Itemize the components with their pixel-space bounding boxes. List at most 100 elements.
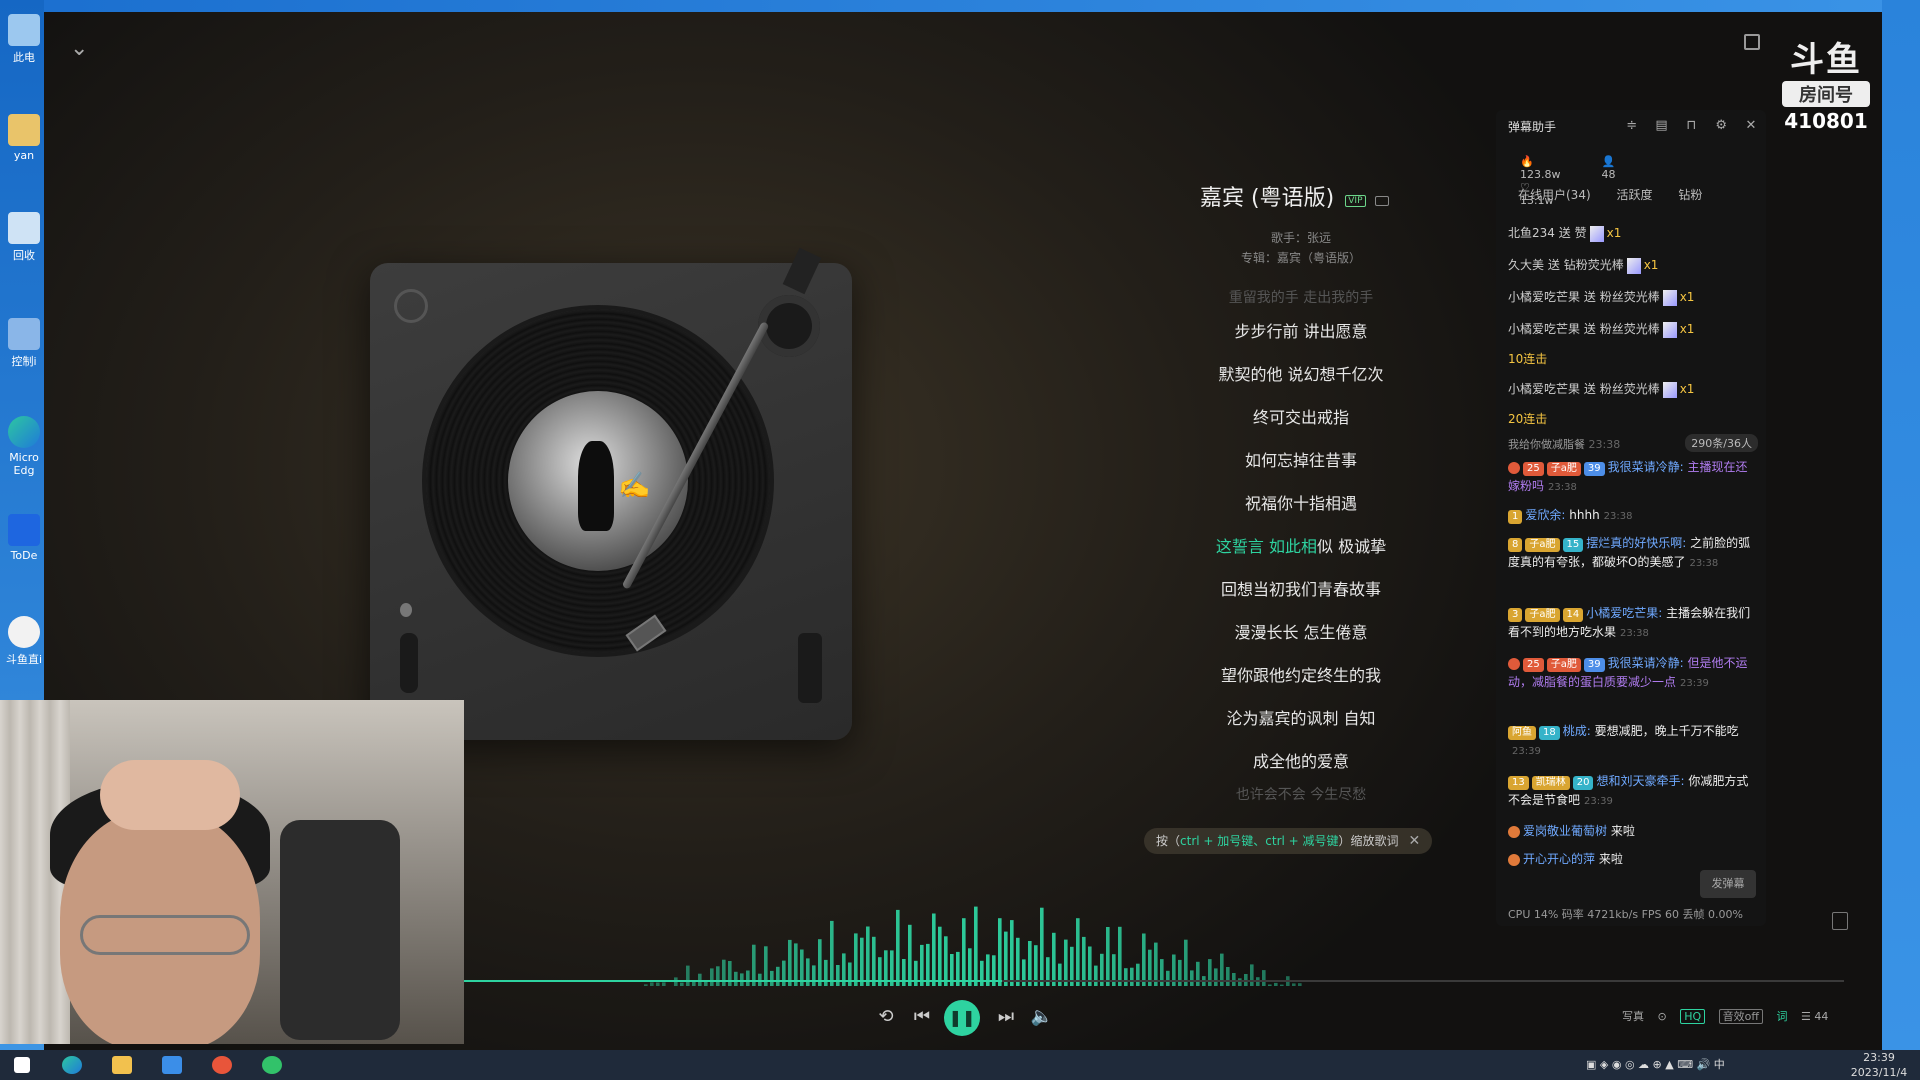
- lyric-line[interactable]: 回想当初我们青春故事: [1136, 568, 1466, 611]
- song-title: 嘉宾 (粤语版): [1200, 186, 1335, 211]
- visualizer-bar: [782, 960, 786, 986]
- visualizer-bar: [1262, 970, 1266, 986]
- player-right-controls: 写真 ⊙ HQ 音效off 词 ☰ 44: [1622, 1008, 1848, 1024]
- danmu-count-badge: 290条/36人: [1685, 434, 1758, 452]
- lyric-line[interactable]: 望你跟他约定终生的我: [1136, 654, 1466, 697]
- quality-hq-button[interactable]: HQ: [1680, 1009, 1706, 1024]
- lyrics-panel: 重留我的手 走出我的手 步步行前 讲出愿意 默契的他 说幻想千亿次 终可交出戒指…: [1136, 286, 1466, 807]
- progress-fill: [464, 980, 1003, 982]
- visualizer-bar: [662, 982, 666, 986]
- combo-label: 10连击: [1508, 352, 1548, 366]
- desktop-right-strip: [1882, 0, 1920, 1050]
- douyu-taskbar-icon[interactable]: [212, 1056, 232, 1074]
- music-app-taskbar-icon[interactable]: [262, 1056, 282, 1074]
- visualizer-bar: [818, 939, 822, 986]
- danmu-message: 13 凯瑞林 20 想和刘天豪牵手: 你减肥方式不会是节食吧 23:39: [1508, 774, 1749, 807]
- note-icon[interactable]: ▤: [1655, 119, 1669, 133]
- visualizer-bar: [710, 968, 714, 986]
- tab-activity[interactable]: 活跃度: [1616, 188, 1652, 202]
- taskbar-clock[interactable]: 23:39 2023/11/4: [1842, 1050, 1916, 1080]
- webcam-hand: [100, 760, 240, 830]
- tab-online-users[interactable]: 在线用户(34): [1518, 188, 1591, 202]
- desktop-icon-this-pc[interactable]: 此电: [4, 14, 44, 65]
- douyu-logo-text: 斗鱼: [1790, 40, 1862, 80]
- gift-icon: [1662, 381, 1677, 398]
- visualizer-bar: [770, 970, 774, 986]
- visualizer-bar: [938, 926, 942, 986]
- system-tray: ▣ ◈ ◉ ◎ ☁ ⊕ ▲ ⌨ 🔊 中: [1586, 1058, 1725, 1071]
- start-icon[interactable]: [14, 1057, 30, 1073]
- lyric-line-next: 也许会不会 今生尽愁: [1235, 787, 1367, 803]
- visualizer-bar: [776, 966, 780, 986]
- visualizer-bar: [1214, 968, 1218, 986]
- visualizer-bar: [944, 936, 948, 986]
- input-method[interactable]: 中: [1714, 1058, 1725, 1071]
- webcam-chair: [280, 820, 400, 1040]
- visualizer-bar: [692, 981, 696, 986]
- pause-button[interactable]: ❚❚: [944, 1000, 980, 1036]
- filter-icon[interactable]: ≑: [1625, 119, 1639, 133]
- send-danmu-button[interactable]: 发弹幕: [1700, 870, 1756, 898]
- next-icon[interactable]: ⏭: [994, 1006, 1018, 1027]
- lyric-line[interactable]: 默契的他 说幻想千亿次: [1136, 353, 1466, 396]
- cover-signature: ✍: [618, 471, 651, 501]
- visualizer-bar: [962, 918, 966, 986]
- lyric-line[interactable]: 终可交出戒指: [1136, 396, 1466, 439]
- lyric-line[interactable]: 沦为嘉宾的讽刺 自知: [1136, 697, 1466, 740]
- visualizer-bar: [728, 961, 732, 986]
- progress-bar[interactable]: [464, 980, 1844, 982]
- close-icon[interactable]: ✕: [1409, 833, 1421, 849]
- xiezhen-toggle[interactable]: 写真 ⊙: [1622, 1010, 1667, 1023]
- loop-icon[interactable]: ⟲: [874, 1006, 898, 1027]
- visualizer-bar: [908, 924, 912, 986]
- sound-effect-button[interactable]: 音效off: [1718, 1009, 1763, 1024]
- lyric-active-highlight: 这誓言 如此相: [1215, 537, 1317, 556]
- desktop-icon-douyu[interactable]: 斗鱼直i: [4, 616, 44, 667]
- danmu-title: 弹幕助手: [1508, 120, 1557, 134]
- desktop-icon-control-panel[interactable]: 控制i: [4, 318, 44, 369]
- gift-icon: [1662, 289, 1677, 306]
- visualizer-bar: [854, 933, 858, 986]
- collapse-chevron-icon[interactable]: ⌄: [70, 36, 88, 61]
- file-explorer-icon[interactable]: [112, 1056, 132, 1074]
- zoom-tip-keys: ctrl + 加号键、ctrl + 减号键: [1180, 834, 1339, 848]
- lock-icon[interactable]: ⊓: [1684, 119, 1698, 133]
- lyric-toggle-button[interactable]: 词: [1776, 1010, 1787, 1023]
- room-number: 410801: [1784, 109, 1868, 133]
- lyric-line[interactable]: 成全他的爱意: [1136, 740, 1466, 783]
- visualizer-bar: [1268, 984, 1272, 986]
- volume-icon[interactable]: 🔈: [1030, 1006, 1054, 1027]
- previous-icon[interactable]: ⏮: [910, 1006, 934, 1027]
- fullscreen-icon[interactable]: [1744, 34, 1760, 50]
- visualizer-bar: [1178, 959, 1182, 986]
- edge-taskbar-icon[interactable]: [62, 1056, 82, 1074]
- side-panel-icon[interactable]: [1832, 912, 1848, 930]
- mv-icon[interactable]: [1374, 195, 1389, 206]
- lyric-line[interactable]: 漫漫长长 怎生倦意: [1136, 611, 1466, 654]
- visualizer-bar: [812, 965, 816, 986]
- visualizer-bar: [1106, 927, 1110, 986]
- lyric-line[interactable]: 步步行前 讲出愿意: [1136, 310, 1466, 353]
- vinyl-record: ✍: [426, 309, 770, 653]
- lyric-line-active[interactable]: 这誓言 如此相似 极诚挚: [1136, 525, 1466, 568]
- visualizer-bar: [824, 959, 828, 986]
- desktop-icon-recycle-bin[interactable]: 回收: [4, 212, 44, 263]
- visualizer-bar: [860, 937, 864, 986]
- desktop-icon-edge[interactable]: Micro Edg: [4, 416, 44, 477]
- tab-diamond-fans[interactable]: 钻粉: [1678, 188, 1702, 202]
- gift-row: 小橘爱吃芒果 送 粉丝荧光棒 x1: [1508, 381, 1695, 398]
- perf-stats: CPU 14% 码率 4721kb/s FPS 60 丢帧 0.00%: [1508, 908, 1743, 921]
- desktop-icon-todesk[interactable]: ToDe: [4, 514, 44, 562]
- lyric-line[interactable]: 如何忘掉往昔事: [1136, 439, 1466, 482]
- room-number-tag: 房间号: [1782, 81, 1870, 107]
- visualizer-bar: [644, 984, 648, 986]
- visualizer-bar: [1040, 907, 1044, 986]
- playlist-button[interactable]: ☰ 44: [1801, 1010, 1838, 1023]
- settings-icon[interactable]: ⚙: [1714, 119, 1728, 133]
- mail-icon[interactable]: [162, 1056, 182, 1074]
- desktop-icon-user-folder[interactable]: yan: [4, 114, 44, 162]
- lyric-line[interactable]: 祝福你十指相遇: [1136, 482, 1466, 525]
- close-icon[interactable]: ✕: [1744, 119, 1758, 133]
- desktop-top-strip: [0, 0, 1920, 12]
- danmu-message: 爱岗敬业葡萄树 来啦: [1508, 822, 1758, 841]
